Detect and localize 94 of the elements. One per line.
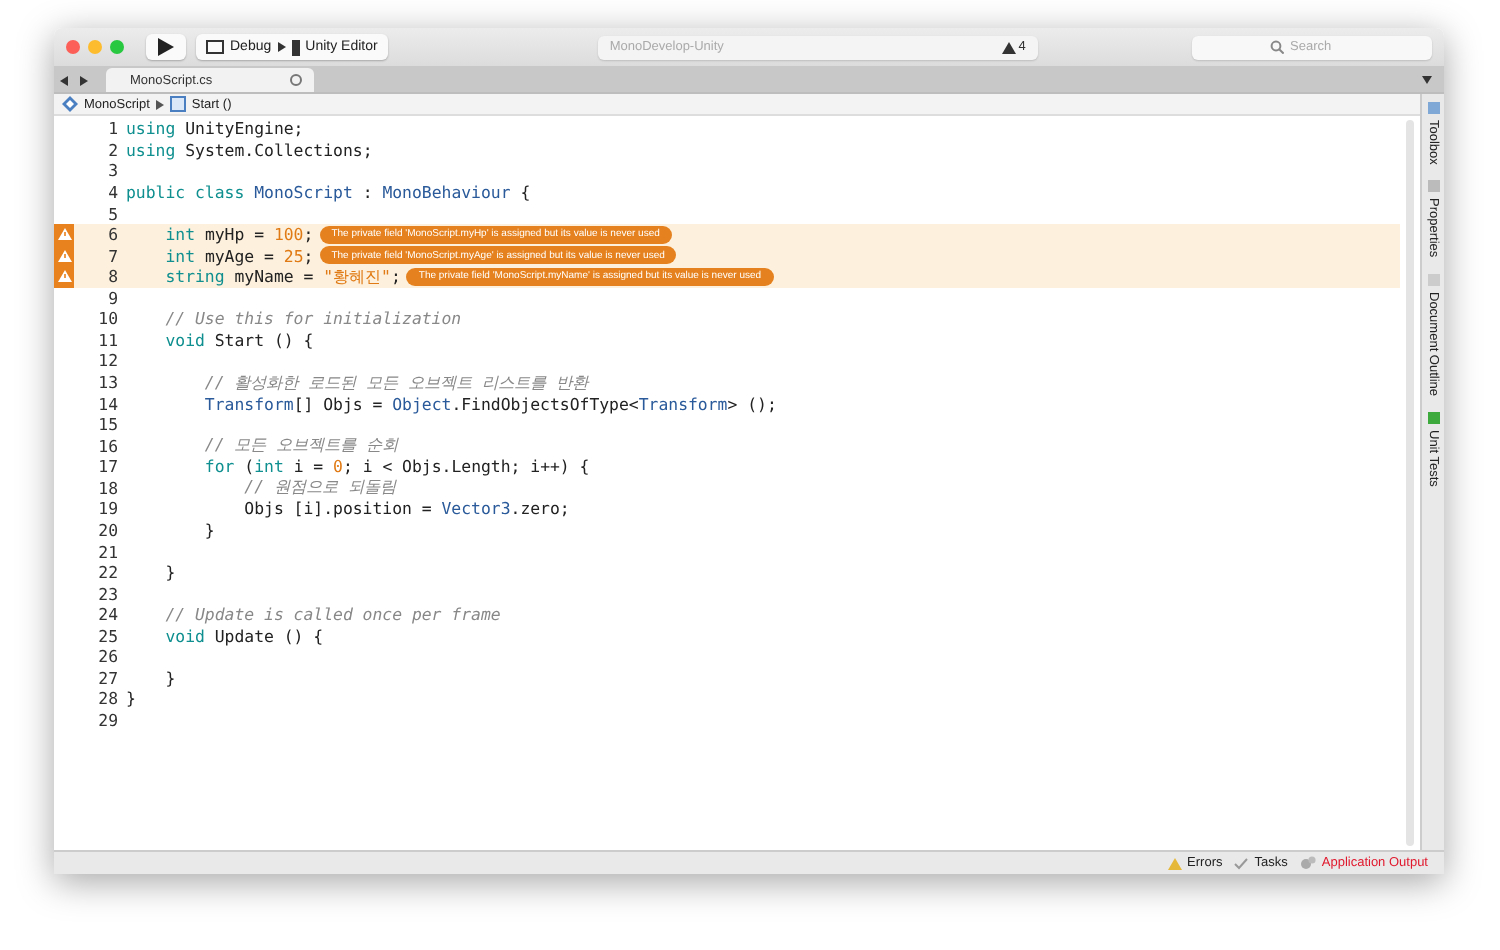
- code-text: Objs [i].position =: [242, 498, 434, 519]
- code-text: i =: [291, 456, 326, 477]
- chevron-icon: [155, 99, 164, 109]
- gears-icon: [1299, 856, 1316, 870]
- run-button[interactable]: [146, 34, 186, 60]
- line-number: 1: [106, 118, 120, 139]
- code-comment: // 모든 오브젝트를 순회: [202, 434, 399, 455]
- line-number: 15: [96, 414, 120, 435]
- code-text: System.Collections;: [183, 139, 373, 160]
- line-number: 26: [96, 646, 120, 667]
- line-number: 25: [96, 625, 120, 646]
- code-text: myAge =: [202, 245, 276, 266]
- code-text: ; i < Objs.Length; i++) {: [342, 456, 590, 477]
- type-name: MonoBehaviour: [382, 181, 511, 202]
- code-text: ;: [390, 265, 401, 286]
- search-icon: [1270, 40, 1284, 54]
- type-name: Transform: [202, 393, 294, 414]
- code-text: }: [163, 562, 176, 583]
- code-text: ;: [303, 245, 314, 266]
- line-number: 23: [96, 583, 120, 604]
- code-text: myHp =: [202, 224, 267, 245]
- code-text: [] Objs =: [293, 393, 385, 414]
- code-text: :: [360, 181, 375, 202]
- keyword: void: [163, 329, 205, 350]
- play-icon: [158, 38, 174, 56]
- line-number: 10: [96, 308, 120, 329]
- line-number: 17: [96, 456, 120, 477]
- keyword: void: [163, 625, 205, 646]
- line-number: 7: [106, 245, 120, 266]
- code-comment: // 활성화한 로드된 모든 오브젝트 리스트를 반환: [202, 371, 588, 392]
- keyword: int: [254, 456, 284, 477]
- code-comment: // 원점으로 되돌림: [242, 476, 396, 497]
- code-comment: // Use this for initialization: [163, 308, 462, 329]
- checkmark-icon: [1234, 857, 1249, 869]
- code-text: (: [242, 456, 255, 477]
- code-text: UnityEngine;: [183, 118, 304, 139]
- monitor-icon: [206, 40, 224, 54]
- chevron-icon: [277, 42, 286, 52]
- keyword: for: [202, 456, 235, 477]
- line-number: 29: [96, 710, 120, 731]
- line-number: 2: [106, 139, 120, 160]
- line-number: 14: [96, 393, 120, 414]
- line-number: 4: [106, 181, 120, 202]
- line-number: 16: [96, 435, 120, 456]
- code-text: .zero;: [510, 498, 570, 519]
- line-number: 18: [96, 477, 120, 498]
- code-text: myName =: [234, 265, 316, 286]
- number-literal: 100: [273, 224, 304, 245]
- type-name: Object: [392, 393, 452, 414]
- code-text: }: [202, 519, 215, 540]
- code-text: Update () {: [212, 625, 324, 646]
- line-number: 28: [96, 688, 120, 709]
- forward-arrow-icon: [80, 75, 88, 85]
- line-number: 22: [96, 562, 120, 583]
- keyword: int: [163, 224, 196, 245]
- code-text: Start () {: [212, 329, 314, 350]
- line-number: 11: [96, 329, 120, 350]
- line-number: 21: [96, 541, 120, 562]
- string-literal: "황혜진": [323, 265, 391, 286]
- line-number: 27: [96, 667, 120, 688]
- keyword: using: [126, 118, 176, 139]
- line-number: 19: [96, 498, 120, 519]
- device-icon: [291, 39, 300, 55]
- line-number: 9: [106, 287, 120, 308]
- code-text: ;: [303, 224, 314, 245]
- keyword: public class: [126, 181, 245, 202]
- type-name: MonoScript: [252, 181, 353, 202]
- code-text: {: [518, 181, 531, 202]
- code-text: .FindObjectsOfType<: [451, 393, 639, 414]
- line-number: 3: [106, 160, 120, 181]
- close-tab-icon[interactable]: [290, 74, 302, 86]
- line-number: 20: [96, 519, 120, 540]
- code-comment: // Update is called once per frame: [163, 604, 501, 625]
- method-icon: [169, 96, 186, 112]
- close-window-button[interactable]: [66, 40, 80, 54]
- line-number: 24: [96, 604, 120, 625]
- keyword: string: [163, 265, 225, 286]
- line-number: 5: [106, 203, 120, 224]
- warning-icon: [1167, 857, 1182, 869]
- code-text: }: [163, 667, 176, 688]
- number-literal: 25: [283, 245, 304, 266]
- line-number: 8: [106, 266, 120, 287]
- type-name: Transform: [638, 393, 728, 414]
- keyword: using: [126, 139, 176, 160]
- code-text: > ();: [727, 393, 777, 414]
- line-number: 12: [96, 350, 120, 371]
- number-literal: 0: [333, 456, 343, 477]
- line-number: 13: [96, 372, 120, 393]
- type-name: Vector3: [441, 498, 511, 519]
- code-text: }: [126, 688, 136, 709]
- back-arrow-icon: [60, 75, 68, 85]
- keyword: int: [163, 245, 196, 266]
- line-number: 6: [106, 224, 120, 245]
- dropdown-icon[interactable]: [1422, 76, 1432, 84]
